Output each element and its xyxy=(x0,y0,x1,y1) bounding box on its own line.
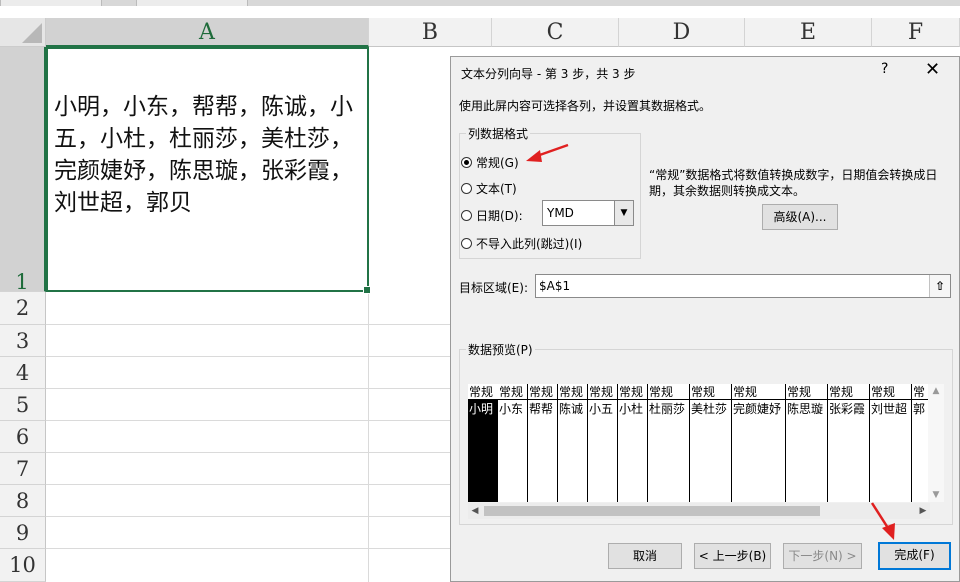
preview-header: 常规 xyxy=(649,385,674,399)
row-header-5[interactable]: 5 xyxy=(0,389,46,421)
preview-cell: 杜丽莎 xyxy=(649,402,686,416)
scroll-left-icon[interactable]: ◀ xyxy=(468,503,482,519)
row-header-3[interactable]: 3 xyxy=(0,325,46,357)
preview-cell: 张彩霞 xyxy=(829,402,866,416)
radio-text[interactable]: 文本(T) xyxy=(461,180,517,197)
preview-cell: 小明 xyxy=(469,402,494,416)
preview-column[interactable]: 常规 张彩霞 xyxy=(828,384,870,502)
preview-header: 常规 xyxy=(829,385,854,399)
preview-header: 常规 xyxy=(589,385,614,399)
preview-header: 常规 xyxy=(499,385,524,399)
preview-cell: 刘世超 xyxy=(871,402,908,416)
preview-header: 常规 xyxy=(529,385,554,399)
column-header-c[interactable]: C xyxy=(492,18,619,47)
cell-a1[interactable]: 小明，小东，帮帮，陈诚，小五，小杜，杜丽莎，美杜莎，完颜婕妤，陈思璇，张彩霞，刘… xyxy=(46,47,371,294)
preview-column[interactable]: 常规 小明 xyxy=(468,384,498,502)
preview-column[interactable]: 常规 杜丽莎 xyxy=(648,384,690,502)
scroll-up-icon[interactable]: ▲ xyxy=(928,386,944,396)
row-header-6[interactable]: 6 xyxy=(0,421,46,453)
select-all-button[interactable] xyxy=(0,18,46,47)
preview-header: 常规 xyxy=(468,384,498,400)
preview-column[interactable]: 常规 刘世超 xyxy=(870,384,912,502)
radio-general[interactable]: 常规(G) xyxy=(461,154,519,171)
row-header-2[interactable]: 2 xyxy=(0,292,46,325)
preview-column[interactable]: 常规 小五 xyxy=(588,384,618,502)
row-header-7[interactable]: 7 xyxy=(0,453,46,485)
dialog-description: 使用此屏内容可选择各列，并设置其数据格式。 xyxy=(459,99,712,113)
row-header-8[interactable]: 8 xyxy=(0,485,46,517)
target-value: $A$1 xyxy=(539,279,571,293)
date-format-value: YMD xyxy=(547,206,574,220)
preview-cell: 小杜 xyxy=(619,402,644,416)
preview-header: 常规 xyxy=(733,385,758,399)
column-header-b[interactable]: B xyxy=(369,18,492,47)
finish-button[interactable]: 完成(F) xyxy=(878,542,951,570)
radio-dot-general xyxy=(461,157,472,168)
preview-cell: 陈诚 xyxy=(559,402,584,416)
dialog-title: 文本分列向导 - 第 3 步，共 3 步 xyxy=(461,67,636,81)
preview-column[interactable]: 常规 陈思璇 xyxy=(786,384,828,502)
preview-column[interactable]: 常规 陈诚 xyxy=(558,384,588,502)
preview-column[interactable]: 常规 小东 xyxy=(498,384,528,502)
preview-column[interactable]: 常规 帮帮 xyxy=(528,384,558,502)
preview-cell: 陈思璇 xyxy=(787,402,824,416)
preview-header: 常规 xyxy=(787,385,812,399)
preview-horizontal-scrollbar[interactable]: ◀ ▶ xyxy=(468,503,930,519)
cancel-button[interactable]: 取消 xyxy=(608,543,682,569)
radio-dot-text xyxy=(461,183,472,194)
radio-date[interactable]: 日期(D): xyxy=(461,207,523,224)
scroll-down-icon[interactable]: ▼ xyxy=(928,490,944,500)
radio-dot-skip xyxy=(461,238,472,249)
preview-column[interactable]: 常规 完颜婕妤 xyxy=(732,384,786,502)
row-header-9[interactable]: 9 xyxy=(0,517,46,549)
next-button[interactable]: 下一步(N) > xyxy=(783,543,862,569)
preview-vertical-scrollbar[interactable]: ▲ ▼ xyxy=(928,384,944,502)
sheet-tab-strip xyxy=(0,0,960,6)
row-header-1[interactable]: 1 xyxy=(0,47,46,294)
preview-header: 常规 xyxy=(871,385,896,399)
preview-column[interactable]: 常规 美杜莎 xyxy=(690,384,732,502)
preview-header: 常规 xyxy=(559,385,584,399)
preview-cell: 小东 xyxy=(499,402,524,416)
target-label: 目标区域(E): xyxy=(459,281,528,295)
advanced-button[interactable]: 高级(A)... xyxy=(762,204,838,230)
column-header-a[interactable]: A xyxy=(46,18,369,47)
date-format-select[interactable]: YMD ▼ xyxy=(542,200,634,226)
preview-header: 常 xyxy=(913,385,926,399)
column-format-label: 列数据格式 xyxy=(466,125,531,142)
column-header-f[interactable]: F xyxy=(872,18,960,47)
preview-cell: 完颜婕妤 xyxy=(733,402,782,416)
column-header-e[interactable]: E xyxy=(745,18,872,47)
data-preview-label: 数据预览(P) xyxy=(466,341,535,358)
scrollbar-thumb[interactable] xyxy=(484,506,820,516)
radio-general-label: 常规(G) xyxy=(476,156,519,170)
preview-cell: 美杜莎 xyxy=(691,402,728,416)
data-preview-table[interactable]: 常规 小明 常规 小东 常规 帮帮 常规 陈诚 常规 小五 常规 小杜 常规 杜… xyxy=(468,384,930,502)
fill-handle[interactable] xyxy=(363,286,371,294)
collapse-dialog-icon[interactable]: ⇧ xyxy=(929,275,950,297)
radio-skip-label: 不导入此列(跳过)(I) xyxy=(476,237,583,251)
preview-header: 常规 xyxy=(619,385,644,399)
scroll-right-icon[interactable]: ▶ xyxy=(916,503,930,519)
preview-header: 常规 xyxy=(691,385,716,399)
close-icon[interactable]: ✕ xyxy=(925,59,940,80)
chevron-down-icon: ▼ xyxy=(614,201,633,225)
cell-a1-text: 小明，小东，帮帮，陈诚，小五，小杜，杜丽莎，美杜莎，完颜婕妤，陈思璇，张彩霞，刘… xyxy=(54,94,353,216)
row-header-4[interactable]: 4 xyxy=(0,357,46,389)
preview-cell: 帮帮 xyxy=(529,402,554,416)
column-header-d[interactable]: D xyxy=(619,18,745,47)
target-input[interactable]: $A$1 ⇧ xyxy=(535,274,951,298)
help-button[interactable]: ? xyxy=(881,61,888,77)
radio-text-label: 文本(T) xyxy=(476,182,517,196)
radio-date-label: 日期(D): xyxy=(476,209,523,223)
format-info-text: “常规”数据格式将数值转换成数字，日期值会转换成日期，其余数据则转换成文本。 xyxy=(649,168,938,198)
text-to-columns-dialog: 文本分列向导 - 第 3 步，共 3 步 ? ✕ 使用此屏内容可选择各列，并设置… xyxy=(450,56,960,582)
radio-skip[interactable]: 不导入此列(跳过)(I) xyxy=(461,235,582,252)
row-header-10[interactable]: 10 xyxy=(0,549,46,582)
preview-cell: 小五 xyxy=(589,402,614,416)
back-button[interactable]: < 上一步(B) xyxy=(694,543,771,569)
preview-column[interactable]: 常规 小杜 xyxy=(618,384,648,502)
radio-dot-date xyxy=(461,210,472,221)
preview-cell: 郭 xyxy=(913,402,926,416)
